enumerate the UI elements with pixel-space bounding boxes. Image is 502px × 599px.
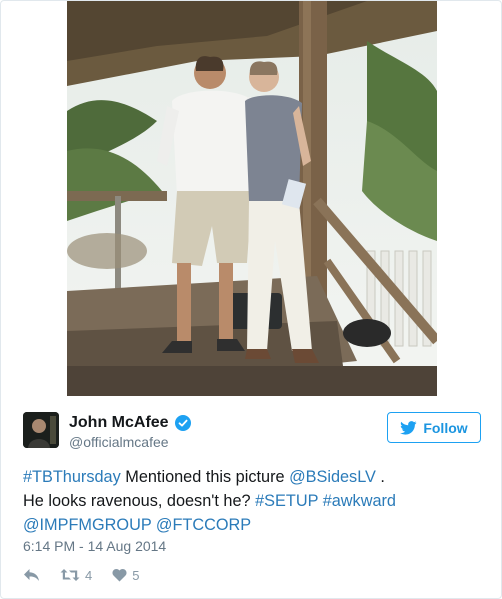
hashtag-awkward[interactable]: #awkward: [323, 492, 396, 510]
hashtag-tbthursday[interactable]: #TBThursday: [23, 468, 121, 486]
like-count: 5: [132, 567, 140, 583]
follow-label: Follow: [423, 419, 468, 436]
tweet-line-1: #TBThursday Mentioned this picture @BSid…: [23, 465, 483, 489]
tweet-text-segment: Mentioned this picture: [120, 468, 290, 486]
tweet-line-3: @IMPFMGROUP @FTCCORP: [23, 513, 483, 537]
tweet-photo[interactable]: [67, 1, 437, 396]
tweet-text-segment: He looks ravenous, doesn't he?: [23, 492, 256, 510]
reply-button[interactable]: [23, 568, 40, 582]
tweet-line-2: He looks ravenous, doesn't he? #SETUP #a…: [23, 489, 483, 513]
author-name-text[interactable]: John McAfee: [69, 414, 169, 432]
hashtag-setup[interactable]: #SETUP: [255, 492, 318, 510]
retweet-count: 4: [85, 567, 93, 583]
tweet-actions: 4 5: [23, 565, 139, 585]
tweet-timestamp[interactable]: 6:14 PM - 14 Aug 2014: [23, 538, 166, 554]
avatar[interactable]: [23, 412, 59, 448]
retweet-button[interactable]: 4: [60, 568, 92, 583]
tweet-text: #TBThursday Mentioned this picture @BSid…: [23, 465, 483, 537]
author-name[interactable]: John McAfee: [69, 414, 191, 432]
follow-button[interactable]: Follow: [387, 412, 481, 443]
avatar-portrait-icon: [23, 412, 59, 448]
mention-impfmgroup[interactable]: @IMPFMGROUP: [23, 516, 151, 534]
mention-ftccorp[interactable]: @FTCCORP: [156, 516, 251, 534]
like-button[interactable]: 5: [112, 568, 139, 583]
bird-icon: [400, 420, 417, 435]
tweet-card: John McAfee @officialmcafee Follow #TBTh…: [0, 0, 502, 599]
retweet-icon: [60, 569, 80, 581]
heart-icon: [112, 568, 127, 582]
tweet-text-segment: .: [375, 468, 385, 486]
mention-bsideslv[interactable]: @BSidesLV: [289, 468, 376, 486]
reply-icon: [24, 569, 39, 581]
author-handle[interactable]: @officialmcafee: [69, 434, 169, 450]
verified-badge-icon: [174, 415, 191, 431]
